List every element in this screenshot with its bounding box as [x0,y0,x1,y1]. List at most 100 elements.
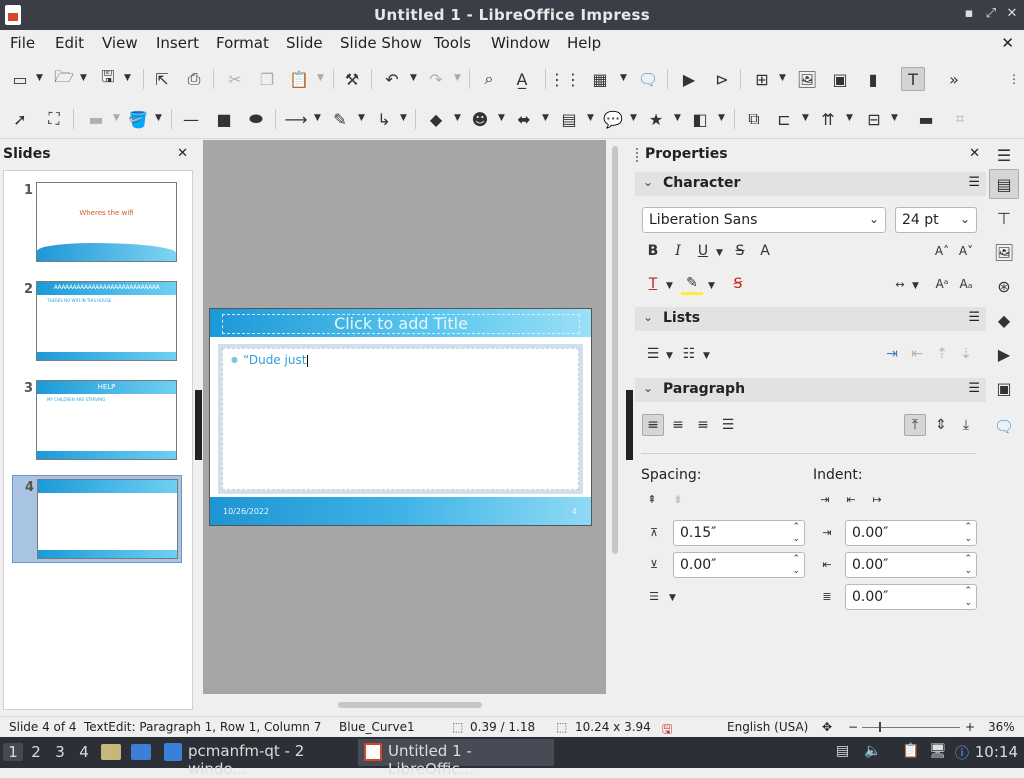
slide-thumbnail-1[interactable]: 1 Wheres the wifi [12,179,182,267]
sidebar-splitter[interactable] [625,140,633,714]
zoom-slider-handle[interactable] [879,722,881,732]
line-icon[interactable]: — [179,107,203,131]
3d-objects-dropdown-icon[interactable]: ▼ [718,113,725,123]
open-icon[interactable]: 🗁 [52,67,76,91]
shadow-icon[interactable]: ▬ [914,107,938,131]
decrease-indent-icon[interactable]: ⇤ [840,488,862,510]
after-indent-field[interactable]: 0.00″ ⌃ ⌄ [845,552,977,578]
comment-icon[interactable]: 🗨 [636,67,660,91]
bullet-list-dropdown-icon[interactable]: ▼ [666,351,673,361]
highlight-color-icon[interactable]: ✎ [681,273,703,295]
decrease-spacing-icon[interactable]: ⇟ [667,488,689,510]
menu-insert[interactable]: Insert [156,34,199,52]
increase-indent-icon[interactable]: ⇥ [814,488,836,510]
section-menu-icon[interactable]: ☰ [968,310,980,325]
open-dropdown-icon[interactable]: ▼ [80,73,87,83]
ordered-list-icon[interactable]: ☷ [678,343,700,365]
underline-icon[interactable]: U [692,240,714,262]
increase-spacing-icon[interactable]: ⇞ [641,488,663,510]
close-icon[interactable]: ✕ [1005,6,1019,21]
align-right-icon[interactable]: ≡ [692,414,714,436]
zoom-slider[interactable] [862,727,960,728]
promote-icon[interactable]: ⇤ [906,343,928,365]
save-dropdown-icon[interactable]: ▼ [124,73,131,83]
decrease-font-icon[interactable]: A˅ [955,240,977,262]
lines-arrows-dropdown-icon[interactable]: ▼ [314,113,321,123]
chevron-down-icon[interactable]: ⌄ [869,212,879,226]
shadow-text-icon[interactable]: A [754,240,776,262]
file-manager-launcher-icon[interactable] [101,744,121,760]
arrange-icon[interactable]: ⇈ [816,107,840,131]
redo-dropdown-icon[interactable]: ▼ [454,73,461,83]
distribute-dropdown-icon[interactable]: ▼ [891,113,898,123]
horizontal-scrollbar[interactable] [203,696,623,714]
zoom-level[interactable]: 36% [988,720,1015,734]
highlight-dropdown-icon[interactable]: ▼ [708,281,715,291]
line-color-dropdown-icon[interactable]: ▼ [113,113,120,123]
fill-color-dropdown-icon[interactable]: ▼ [155,113,162,123]
content-text-box[interactable]: ● “Dude just [218,344,583,494]
menu-slide[interactable]: Slide [286,34,323,52]
maximize-icon[interactable]: ⤢ [984,6,998,21]
block-arrows-dropdown-icon[interactable]: ▼ [542,113,549,123]
zoom-in-icon[interactable]: + [965,720,975,734]
section-menu-icon[interactable]: ☰ [968,381,980,396]
clock[interactable]: 10:14 [975,743,1018,761]
undo-dropdown-icon[interactable]: ▼ [410,73,417,83]
menu-edit[interactable]: Edit [55,34,84,52]
tray-stack-icon[interactable]: ▤ [836,743,849,759]
start-current-slide-icon[interactable]: ⊳ [710,67,734,91]
align-objects-icon[interactable]: ⊏ [772,107,796,131]
align-left-icon[interactable]: ≡ [642,414,664,436]
unordered-list-icon[interactable]: ☰ [642,343,664,365]
menu-help[interactable]: Help [567,34,601,52]
align-top-icon[interactable]: ⤒ [904,414,926,436]
clone-formatting-icon[interactable]: ⚒ [340,67,364,91]
undo-icon[interactable]: ↶ [380,67,404,91]
font-name-field[interactable]: Liberation Sans ⌄ [642,207,886,233]
spelling-icon[interactable]: A̲ [510,67,534,91]
hanging-indent-icon[interactable]: ↦ [866,488,888,510]
task-libreoffice[interactable]: Untitled 1 - LibreOffic... [358,739,554,778]
animation-tab-icon[interactable]: ▶ [989,339,1019,369]
basic-shapes-icon[interactable]: ◆ [424,107,448,131]
fit-slide-icon[interactable]: ✥ [822,720,832,734]
spin-button-icon[interactable]: ⌃ ⌄ [792,553,800,577]
network-icon[interactable]: 🖥 [929,743,947,759]
gallery-tab-icon[interactable]: 🖼 [989,237,1019,267]
distribute-icon[interactable]: ⊟ [862,107,886,131]
underline-dropdown-icon[interactable]: ▼ [716,248,723,258]
align-bottom-icon[interactable]: ⤓ [955,414,977,436]
move-down-icon[interactable]: ⇣ [955,343,977,365]
text-box-icon[interactable]: T [901,67,925,91]
cut-icon[interactable]: ✂ [223,67,247,91]
title-placeholder[interactable]: Click to add Title [222,314,580,334]
lists-section-header[interactable]: ⌄ Lists ☰ [635,307,986,331]
display-views-dropdown-icon[interactable]: ▼ [620,73,627,83]
panel-drag-handle[interactable] [636,148,639,162]
callouts-icon[interactable]: 💬 [601,107,625,131]
line-spacing-icon[interactable]: ☰ [643,585,665,607]
transformations-icon[interactable]: ⧉ [742,107,766,131]
line-spacing-dropdown-icon[interactable]: ▼ [669,593,676,603]
align-center-icon[interactable]: ≡ [667,414,689,436]
font-color-icon[interactable]: T [642,273,664,295]
volume-icon[interactable]: 🔈 [864,743,881,759]
align-middle-icon[interactable]: ⇕ [930,414,952,436]
demote-icon[interactable]: ⇥ [881,343,903,365]
vertical-scrollbar[interactable] [607,140,623,694]
zoom-pan-icon[interactable]: ⛶ [42,107,66,131]
master-slide-name[interactable]: Blue_Curve1 [339,720,415,734]
more-toolbar-icon[interactable]: » [942,67,966,91]
save-icon[interactable]: 🖫 [96,67,120,91]
image-icon[interactable]: 🖼 [795,67,819,91]
stars-icon[interactable]: ★ [644,107,668,131]
increase-font-icon[interactable]: A˄ [931,240,953,262]
minimize-icon[interactable]: ▪ [962,6,976,21]
3d-objects-icon[interactable]: ◧ [688,107,712,131]
symbol-shapes-icon[interactable]: ☻ [468,107,492,131]
menu-file[interactable]: File [10,34,35,52]
properties-tab-icon[interactable]: ▤ [989,169,1019,199]
connectors-dropdown-icon[interactable]: ▼ [400,113,407,123]
section-menu-icon[interactable]: ☰ [968,175,980,190]
